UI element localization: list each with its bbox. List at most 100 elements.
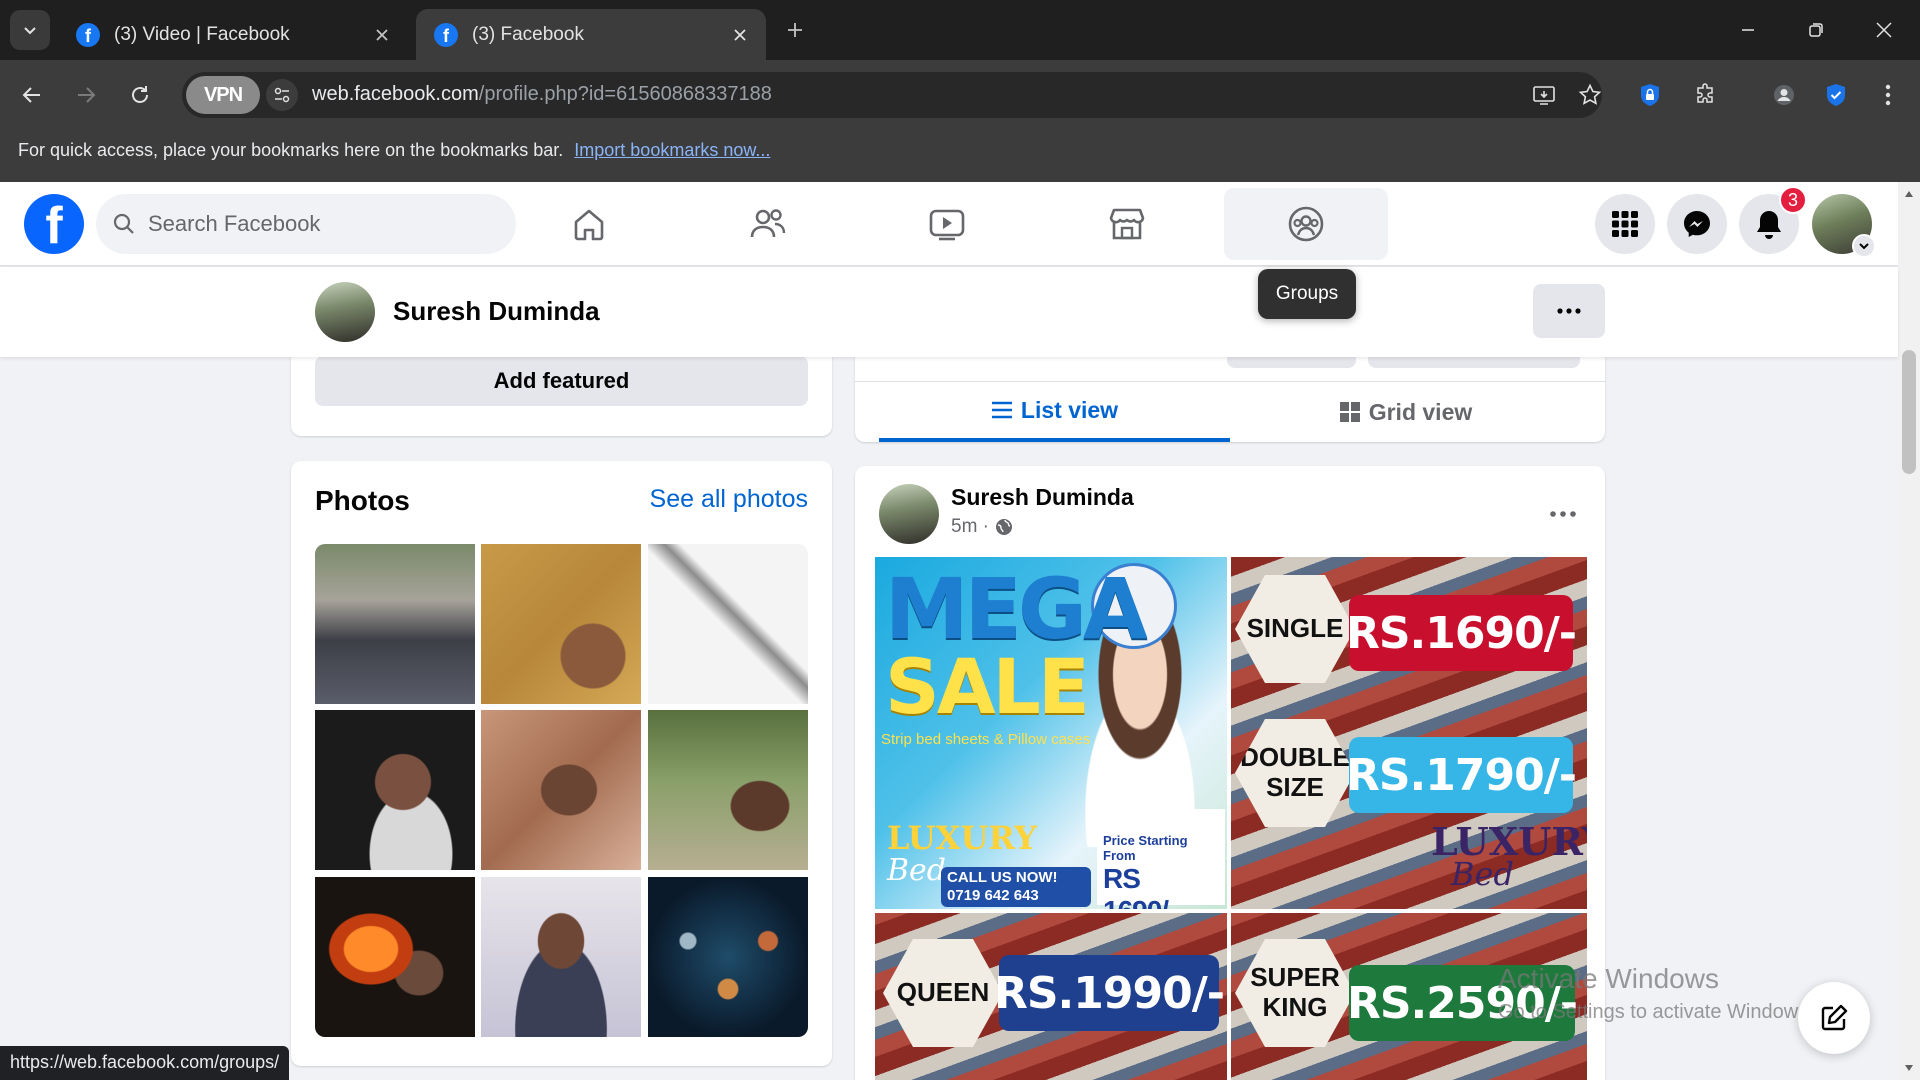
photos-card: Photos See all photos — [291, 461, 832, 1066]
profile-name[interactable]: Suresh Duminda — [393, 296, 600, 327]
restore-icon — [1809, 23, 1823, 37]
bookmarks-hint: For quick access, place your bookmarks h… — [18, 140, 564, 160]
forward-button[interactable] — [66, 75, 106, 115]
scroll-down-icon[interactable] — [1903, 1062, 1915, 1074]
tab-video-facebook[interactable]: f (3) Video | Facebook — [58, 9, 408, 60]
post-author-name[interactable]: Suresh Duminda — [951, 484, 1134, 511]
photo-thumbnail[interactable] — [315, 877, 475, 1037]
star-icon — [1578, 83, 1602, 105]
size-hex: SUPER KING — [1235, 939, 1355, 1047]
search-input[interactable]: Search Facebook — [96, 194, 516, 254]
tab-grid-view-label: Grid view — [1368, 398, 1473, 425]
reload-button[interactable] — [120, 75, 160, 115]
price-tag: RS.1690/- — [1346, 595, 1577, 671]
more-horizontal-icon — [1557, 308, 1581, 314]
post-timestamp[interactable]: 5m · — [951, 516, 1013, 538]
nav-marketplace[interactable] — [1045, 188, 1209, 260]
grid-icon — [1339, 402, 1360, 422]
ad-bed-text-2: Bed — [1451, 855, 1514, 893]
menu-button[interactable] — [1595, 194, 1655, 254]
bookmark-star-button[interactable] — [1574, 79, 1606, 111]
tab-list-view-label: List view — [1020, 396, 1119, 423]
back-button[interactable] — [12, 75, 52, 115]
ad-price-from-value: RS 1690/- — [1103, 863, 1177, 909]
restore-button[interactable] — [1796, 10, 1836, 50]
ad-image-queen[interactable]: QUEEN RS.1990/- — [875, 913, 1227, 1080]
photo-thumbnail[interactable] — [648, 544, 808, 704]
ad-luxury-text: LUXURY — [887, 819, 1037, 857]
chevron-down-icon — [1852, 234, 1876, 258]
minimize-button[interactable] — [1728, 10, 1768, 50]
notifications-button[interactable]: 3 — [1739, 186, 1807, 254]
extensions-button[interactable] — [1686, 75, 1726, 115]
photo-grid — [315, 544, 808, 1037]
scroll-up-icon[interactable] — [1903, 188, 1915, 200]
photo-thumbnail[interactable] — [315, 710, 475, 870]
tune-icon — [274, 87, 290, 103]
install-app-button[interactable] — [1528, 79, 1560, 111]
shield-check-icon — [1827, 84, 1845, 106]
import-bookmarks-link[interactable]: Import bookmarks now... — [574, 140, 770, 160]
photo-thumbnail[interactable] — [315, 544, 475, 704]
ad-sale-text: SALE — [885, 642, 1090, 731]
post-author-avatar[interactable] — [879, 484, 939, 544]
tab-grid-view[interactable]: Grid view — [1230, 382, 1581, 442]
scrollbar-thumb[interactable] — [1902, 350, 1916, 474]
profile-more-button[interactable] — [1533, 284, 1605, 338]
search-placeholder: Search Facebook — [148, 211, 321, 236]
password-manager-button[interactable] — [1630, 75, 1670, 115]
photo-thumbnail[interactable] — [481, 877, 641, 1037]
size-hex: QUEEN — [883, 939, 1003, 1047]
page-scrollbar[interactable] — [1898, 182, 1920, 1080]
install-icon — [1533, 86, 1555, 105]
ad-price-from-box: Price Starting From RS 1690/- — [1097, 809, 1225, 909]
tab-title: (3) Video | Facebook — [114, 23, 290, 45]
price-tag: RS.1990/- — [994, 955, 1225, 1031]
profile-avatar[interactable] — [315, 282, 375, 342]
close-tab-icon[interactable] — [370, 23, 394, 47]
link-status-bar: https://web.facebook.com/groups/ — [0, 1046, 290, 1080]
nav-video[interactable] — [865, 188, 1029, 260]
see-all-photos-link[interactable]: See all photos — [650, 485, 808, 514]
marketplace-icon — [1109, 208, 1145, 240]
tab-search-button[interactable] — [10, 10, 50, 50]
list-icon — [991, 401, 1012, 419]
new-tab-button[interactable] — [780, 15, 810, 45]
photo-thumbnail[interactable] — [481, 710, 641, 870]
browser-menu-button[interactable] — [1868, 75, 1908, 115]
ad-call-box: CALL US NOW! 0719 642 643 — [941, 867, 1091, 907]
url-text[interactable]: web.facebook.com/profile.php?id=61560868… — [312, 83, 772, 106]
account-avatar-button[interactable] — [1812, 194, 1876, 258]
messenger-icon — [1684, 211, 1710, 237]
ad-image-mega-sale[interactable]: MEGA SALE Strip bed sheets & Pillow case… — [875, 557, 1227, 909]
tab-list-view[interactable]: List view — [879, 382, 1230, 442]
tab-facebook[interactable]: f (3) Facebook — [416, 9, 766, 60]
profile-button[interactable] — [1764, 75, 1804, 115]
photo-thumbnail[interactable] — [648, 710, 808, 870]
facebook-logo[interactable]: f — [24, 194, 84, 254]
ad-image-single-double[interactable]: SINGLE RS.1690/- DOUBLE SIZE RS.1790/- L… — [1231, 557, 1587, 909]
close-tab-icon[interactable] — [728, 23, 752, 47]
close-window-button[interactable] — [1864, 10, 1904, 50]
ad-phone: 0719 642 643 — [947, 887, 1039, 904]
more-horizontal-icon — [1550, 511, 1576, 517]
photo-thumbnail[interactable] — [481, 544, 641, 704]
size-hex: DOUBLE SIZE — [1235, 719, 1355, 827]
groups-tooltip: Groups — [1258, 269, 1356, 319]
security-extension-button[interactable] — [1816, 75, 1856, 115]
messenger-button[interactable] — [1667, 194, 1727, 254]
post-options-button[interactable] — [1543, 494, 1583, 534]
nav-groups[interactable] — [1224, 188, 1388, 260]
home-icon — [574, 209, 604, 241]
ad-mega-text: MEGA — [885, 560, 1148, 658]
site-info-button[interactable] — [266, 79, 298, 111]
nav-home[interactable] — [507, 188, 671, 260]
ad-strip-text: Strip bed sheets & Pillow cases — [881, 731, 1091, 748]
address-bar[interactable]: VPN web.facebook.com/profile.php?id=6156… — [182, 72, 1602, 118]
add-featured-button[interactable]: Add featured — [315, 356, 808, 406]
nav-friends[interactable] — [686, 188, 850, 260]
new-message-button[interactable] — [1798, 982, 1870, 1054]
activate-subtitle: Go to Settings to activate Windows. — [1498, 1001, 1814, 1023]
photo-thumbnail[interactable] — [648, 877, 808, 1037]
vpn-badge[interactable]: VPN — [186, 76, 260, 114]
